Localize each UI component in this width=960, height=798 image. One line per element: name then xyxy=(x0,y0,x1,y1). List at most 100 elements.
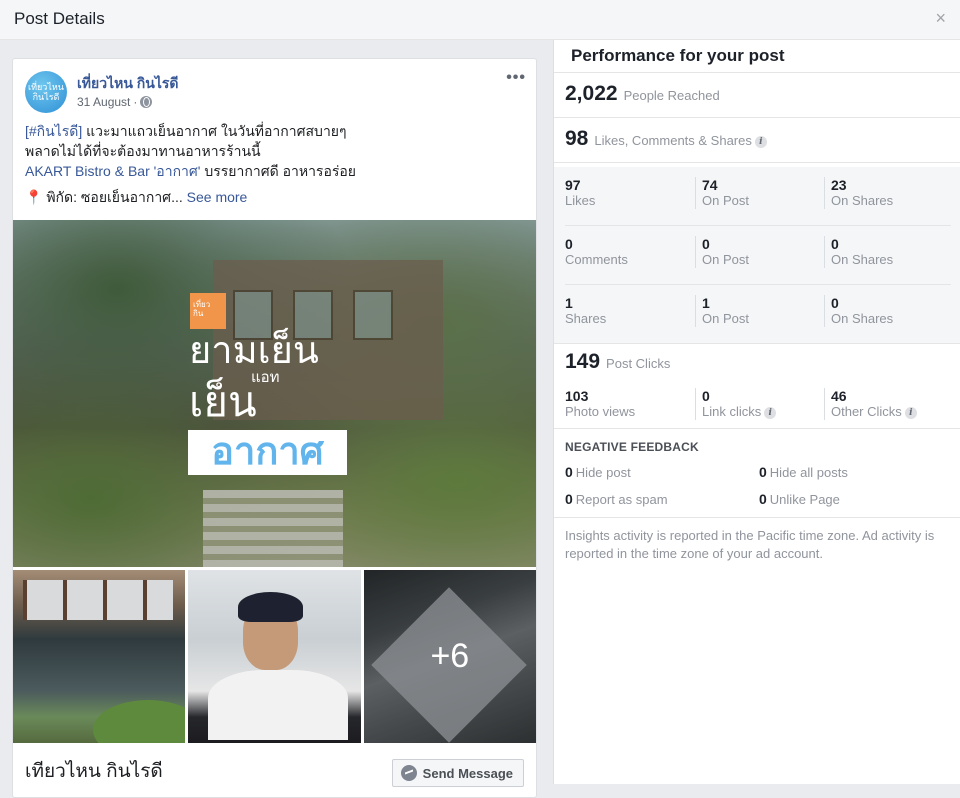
messenger-icon xyxy=(400,765,417,781)
place-link[interactable]: AKART Bistro & Bar 'อากาศ' xyxy=(25,163,200,179)
stat-value: 0 xyxy=(702,236,710,252)
photo-thumbnails: +6 xyxy=(13,570,536,743)
more-photos-count: +6 xyxy=(363,570,536,743)
divider xyxy=(554,428,960,429)
stat-value: 74 xyxy=(702,177,718,193)
stat-value: 0 xyxy=(565,491,573,507)
stat-label: On Post xyxy=(702,193,749,208)
post-text-span: บรรยากาศดี อาหารอร่อย xyxy=(200,163,356,179)
other-clicks: 46 Other Clicks i xyxy=(824,388,917,420)
overlay-logo-text: กิน xyxy=(193,309,204,318)
stat-label: On Shares xyxy=(831,311,894,326)
divider xyxy=(554,72,960,73)
post-preview-pane: เที่ยวไหน กินไรดี เที่ยวไหน กินไรดี 31 A… xyxy=(0,40,553,798)
comments-on-shares: 0 On Shares xyxy=(824,236,893,268)
stat-label: Unlike Page xyxy=(769,492,840,507)
stat-value: 0 xyxy=(831,295,839,311)
avatar-text: กินไรดี xyxy=(32,92,60,102)
performance-pane: Performance for your post 2,022 People R… xyxy=(553,40,960,784)
globe-icon xyxy=(140,96,153,108)
hashtag-link[interactable]: [#กินไรดี] xyxy=(25,123,82,139)
timezone-disclaimer: Insights activity is reported in the Pac… xyxy=(565,528,935,561)
hide-all-posts-stat: 0 Hide all posts xyxy=(759,464,848,480)
stat-value: 103 xyxy=(565,388,589,404)
send-message-button[interactable]: Send Message xyxy=(391,759,524,787)
negative-feedback-title: NEGATIVE FEEDBACK xyxy=(565,440,699,454)
post-text-span: แวะมาแถวเย็นอากาศ ในวันที่อากาศสบายๆ xyxy=(82,123,347,139)
stat-label: On Post xyxy=(702,252,749,267)
stat-label: Link clicks i xyxy=(702,404,777,420)
people-reached-stat: 2,022 People Reached xyxy=(565,82,720,106)
stat-value: 97 xyxy=(565,177,581,193)
stat-value: 1 xyxy=(565,295,573,311)
stat-label: Photo views xyxy=(565,404,636,419)
photo-thumbnail-more[interactable]: +6 xyxy=(363,570,536,743)
overlay-logo-text: เที่ยว xyxy=(193,300,211,309)
pin-icon: 📍 xyxy=(25,189,43,205)
shares-total: 1 Shares xyxy=(565,295,606,327)
engagement-value: 98 xyxy=(565,127,589,150)
unlike-page-stat: 0 Unlike Page xyxy=(759,491,840,507)
photo-person-hair xyxy=(238,592,304,622)
post-clicks-label: Post Clicks xyxy=(606,356,671,371)
overlay-title-boxed: อากาศ xyxy=(188,430,347,475)
stat-label: On Shares xyxy=(831,193,894,208)
close-icon[interactable]: × xyxy=(935,9,946,27)
photo-steps xyxy=(203,490,343,567)
post-line-3: AKART Bistro & Bar 'อากาศ' บรรยากาศดี อา… xyxy=(25,161,525,181)
stat-value: 0 xyxy=(565,236,573,252)
meta-separator: · xyxy=(133,95,138,109)
see-more-link[interactable]: See more xyxy=(187,189,248,205)
page-avatar[interactable]: เที่ยวไหน กินไรดี xyxy=(25,71,67,113)
stat-value: 46 xyxy=(831,388,847,404)
divider xyxy=(554,162,960,163)
info-icon[interactable]: i xyxy=(904,407,917,419)
overlay-title-line2: เย็น xyxy=(189,377,257,426)
stat-label: On Post xyxy=(702,311,749,326)
photo-bush xyxy=(93,700,186,743)
more-options-icon[interactable]: ••• xyxy=(506,69,526,87)
dialog-header: Post Details × xyxy=(0,0,960,40)
stat-label: Hide post xyxy=(575,465,631,480)
photo-person-body xyxy=(208,670,349,740)
stat-label-text: Other Clicks xyxy=(831,404,902,419)
engagement-breakdown: 97 Likes 74 On Post 23 On Shares 0 Comments … xyxy=(554,167,960,343)
info-icon[interactable]: i xyxy=(764,407,777,419)
divider xyxy=(554,343,960,344)
post-line-2: พลาดไม่ได้ที่จะต้องมาทานอาหารร้านนี้ xyxy=(25,143,261,159)
comments-on-post: 0 On Post xyxy=(695,236,749,268)
shares-row: 1 Shares 1 On Post 0 On Shares xyxy=(565,285,951,344)
photo-thumbnail[interactable] xyxy=(188,570,361,743)
post-text-span: พิกัด: ซอยเย็นอากาศ... xyxy=(42,189,183,205)
stat-label: Other Clicks i xyxy=(831,404,917,420)
post-message: [#กินไรดี] แวะมาแถวเย็นอากาศ ในวันที่อาก… xyxy=(25,121,525,207)
stat-label: On Shares xyxy=(831,252,894,267)
people-reached-label: People Reached xyxy=(623,88,720,103)
stat-label-text: Link clicks xyxy=(702,404,762,419)
hide-post-stat: 0 Hide post xyxy=(565,464,631,480)
likes-total: 97 Likes xyxy=(565,177,595,209)
main-photo[interactable]: เที่ยว กิน ยามเย็น แอท เย็น อากาศ xyxy=(13,220,536,567)
info-icon[interactable]: i xyxy=(754,136,767,148)
page-name-link[interactable]: เที่ยวไหน กินไรดี xyxy=(77,73,179,95)
shares-on-post: 1 On Post xyxy=(695,295,749,327)
likes-on-shares: 23 On Shares xyxy=(824,177,893,209)
overlay-logo: เที่ยว กิน xyxy=(190,293,226,329)
post-meta: 31 August · xyxy=(77,95,153,109)
send-message-label: Send Message xyxy=(422,765,513,781)
report-spam-stat: 0 Report as spam xyxy=(565,491,668,507)
post-date[interactable]: 31 August xyxy=(77,95,130,109)
performance-title: Performance for your post xyxy=(571,46,785,65)
clicks-row: 103 Photo views 0 Link clicks i 46 Other Cli… xyxy=(565,378,951,422)
avatar-text: เที่ยวไหน xyxy=(28,82,64,92)
post-line-1: [#กินไรดี] แวะมาแถวเย็นอากาศ ในวันที่อาก… xyxy=(25,121,525,141)
footer-page-name[interactable]: เทียวไหน กินไรดี xyxy=(25,756,163,786)
stat-label: Shares xyxy=(565,311,607,326)
shares-on-shares: 0 On Shares xyxy=(824,295,893,327)
stat-label: Hide all posts xyxy=(769,465,848,480)
photo-thumbnail[interactable] xyxy=(13,570,186,743)
stat-value: 0 xyxy=(759,491,767,507)
photo-windows xyxy=(23,580,173,620)
photo-window xyxy=(353,290,393,340)
photo-views: 103 Photo views xyxy=(565,388,635,420)
